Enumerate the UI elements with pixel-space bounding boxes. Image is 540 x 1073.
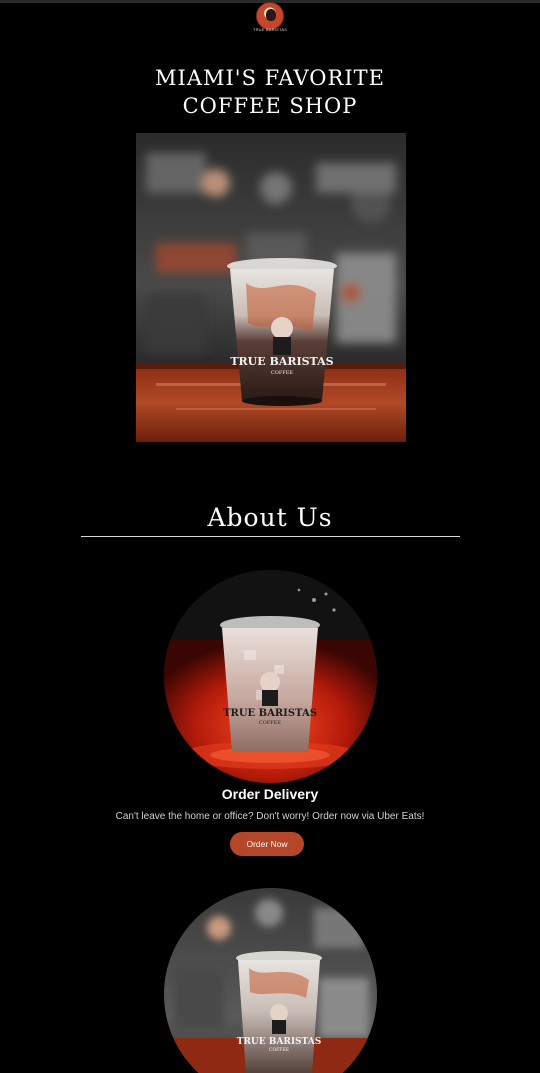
hero-title-line-2: COFFEE SHOP [182,94,358,118]
delivery-title: Order Delivery [221,786,319,802]
hero-coffee-photo: TRUE BARISTAS COFFEE [136,133,406,442]
logo-face [266,9,276,21]
order-now-button[interactable]: Order Now [230,832,304,856]
hero-title: MIAMI'S FAVORITE COFFEE SHOP [0,64,540,120]
logo-caption: TRUE BARISTAS [252,27,288,32]
hero-title-line-1: MIAMI'S FAVORITE [155,66,385,90]
page: TRUE BARISTAS MIAMI'S FAVORITE COFFEE SH… [0,0,540,1073]
delivery-description: Can't leave the home or office? Don't wo… [115,811,425,822]
about-title: About Us [207,503,333,532]
circle-cup-sub: COFFEE [269,1047,289,1053]
delivery-coffee-photo: TRUE BARISTAS COFFEE [164,570,377,783]
logo-icon[interactable] [256,2,284,30]
delivery-cup-sub: COFFEE [259,720,282,726]
circle-cup-brand: TRUE BARISTAS [237,1037,322,1047]
coffee-circle-photo: TRUE BARISTAS COFFEE [164,888,377,1073]
delivery-cup-brand: TRUE BARISTAS [223,708,317,719]
about-divider [81,536,460,537]
hero-cup-brand: TRUE BARISTAS [230,355,333,368]
hero-cup-sub: COFFEE [271,370,294,376]
